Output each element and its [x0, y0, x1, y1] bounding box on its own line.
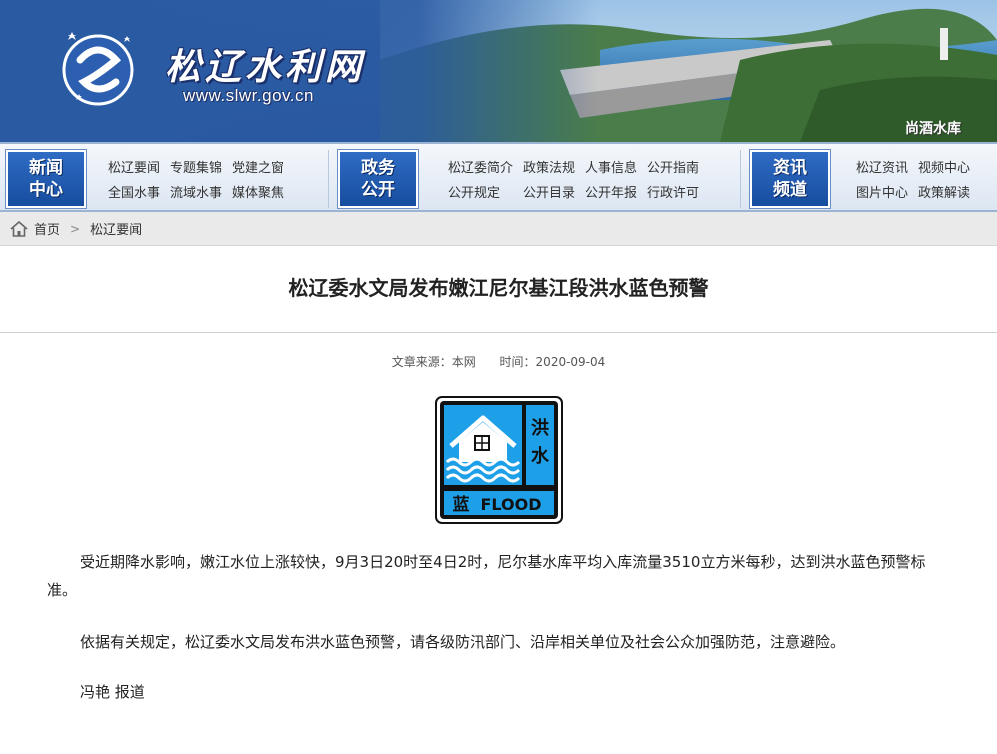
home-icon[interactable]	[10, 220, 28, 237]
nav-link[interactable]: 流域水事	[170, 182, 222, 201]
title-divider	[0, 332, 997, 333]
nav-divider	[740, 150, 741, 208]
nav-link[interactable]: 松辽委简介	[448, 157, 513, 176]
article-paragraph: 受近期降水影响，嫩江水位上涨较快，9月3日20时至4日2时，尼尔基水库平均入库流…	[47, 553, 926, 599]
breadcrumb-current[interactable]: 松辽要闻	[90, 219, 142, 238]
nav-link[interactable]: 松辽资讯	[856, 157, 908, 176]
nav-link[interactable]: 视频中心	[918, 157, 970, 176]
banner-scenery	[0, 0, 997, 142]
nav-link[interactable]: 行政许可	[647, 182, 699, 201]
nav-link[interactable]: 人事信息	[585, 157, 637, 176]
breadcrumb-home[interactable]: 首页	[34, 219, 60, 238]
nav-block-info: 资讯 频道 松辽资讯 视频中心 图片中心 政策解读	[750, 150, 970, 208]
flood-blue-warning-icon: 洪 水 蓝 FLOOD	[434, 396, 563, 524]
site-url[interactable]: www.slwr.gov.cn	[183, 86, 314, 106]
badge-bottom-en: FLOOD	[480, 495, 541, 514]
nav-link[interactable]: 政策解读	[918, 182, 970, 201]
article-title: 松辽委水文局发布嫩江尼尔基江段洪水蓝色预警	[288, 276, 709, 300]
nav-link[interactable]: 公开目录	[523, 182, 575, 201]
badge-side-char: 水	[531, 445, 550, 467]
flood-warning-badge: 洪 水 蓝 FLOOD	[0, 396, 997, 524]
nav-link[interactable]: 公开指南	[647, 157, 699, 176]
nav-link[interactable]: 松辽要闻	[108, 157, 160, 176]
nav-link[interactable]: 党建之窗	[232, 157, 284, 176]
nav-link[interactable]: 公开规定	[448, 182, 513, 201]
nav-link[interactable]: 专题集锦	[170, 157, 222, 176]
nav-block-gov: 政务 公开 松辽委简介 政策法规 人事信息 公开指南 公开规定 公开目录 公开年…	[338, 150, 699, 208]
site-banner: 松辽水利网 www.slwr.gov.cn 尚酒水库	[0, 0, 997, 142]
article-source: 文章来源：本网	[391, 355, 476, 369]
article-author: 冯艳 报道	[80, 683, 145, 701]
nav-block-news: 新闻 中心 松辽要闻 专题集锦 党建之窗 全国水事 流域水事 媒体聚焦	[6, 150, 284, 208]
nav-links-info: 松辽资讯 视频中心 图片中心 政策解读	[856, 157, 970, 201]
main-nav: 新闻 中心 松辽要闻 专题集锦 党建之窗 全国水事 流域水事 媒体聚焦 政务 公…	[0, 142, 997, 212]
nav-link[interactable]: 全国水事	[108, 182, 160, 201]
nav-link[interactable]: 公开年报	[585, 182, 637, 201]
photo-caption: 尚酒水库	[905, 121, 961, 137]
nav-badge-news[interactable]: 新闻 中心	[6, 150, 86, 208]
badge-bottom-cn: 蓝	[452, 495, 469, 515]
site-logo-text[interactable]: 松辽水利网	[165, 38, 365, 90]
nav-link[interactable]: 媒体聚焦	[232, 182, 284, 201]
nav-links-news: 松辽要闻 专题集锦 党建之窗 全国水事 流域水事 媒体聚焦	[108, 157, 284, 201]
nav-link[interactable]: 政策法规	[523, 157, 575, 176]
article-paragraph: 依据有关规定，松辽委水文局发布洪水蓝色预警，请各级防汛部门、沿岸相关单位及社会公…	[80, 633, 846, 651]
badge-side-char: 洪	[531, 417, 549, 439]
article-meta: 文章来源：本网 时间：2020-09-04	[0, 353, 997, 370]
nav-divider	[328, 150, 329, 208]
nav-link[interactable]: 图片中心	[856, 182, 908, 201]
breadcrumb: 首页 > 松辽要闻	[0, 212, 997, 246]
article-time: 时间：2020-09-04	[499, 355, 606, 369]
nav-links-gov: 松辽委简介 政策法规 人事信息 公开指南 公开规定 公开目录 公开年报 行政许可	[448, 157, 699, 201]
nav-badge-gov[interactable]: 政务 公开	[338, 150, 418, 208]
nav-badge-info[interactable]: 资讯 频道	[750, 150, 830, 208]
chevron-right-icon: >	[70, 221, 81, 236]
